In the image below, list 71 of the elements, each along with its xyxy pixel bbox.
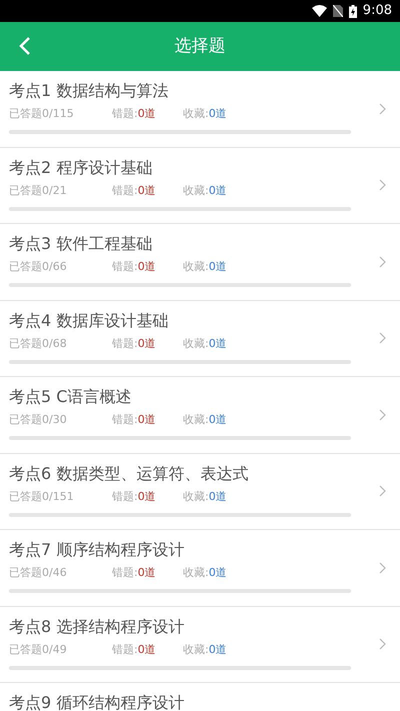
topic-title: 考点5 C语言概述 <box>9 386 132 408</box>
topic-title: 考点9 循环结构程序设计 <box>9 692 186 711</box>
topic-row[interactable]: 考点9 循环结构程序设计 <box>0 683 400 711</box>
chevron-right-icon <box>379 408 386 421</box>
favorite-label: 收藏: <box>183 413 209 427</box>
wrong-count: 0道 <box>138 566 156 580</box>
favorite-count: 0道 <box>208 413 227 427</box>
answered-count: 已答题0/46 <box>9 566 68 580</box>
chevron-right-icon <box>379 562 386 574</box>
wrong-label: 错题: <box>112 260 138 274</box>
chevron-right-icon <box>379 332 386 344</box>
status-time: 9:08 <box>362 2 392 20</box>
topic-title: 考点7 顺序结构程序设计 <box>9 539 186 561</box>
topic-row[interactable]: 考点2 程序设计基础 已答题0/21 错题:0道 收藏:0道 <box>0 148 400 224</box>
chevron-right-icon <box>379 179 386 192</box>
topic-title: 考点3 软件工程基础 <box>9 233 154 255</box>
topic-row[interactable]: 考点3 软件工程基础 已答题0/66 错题:0道 收藏:0道 <box>0 224 400 300</box>
topic-title: 考点1 数据结构与算法 <box>9 80 170 102</box>
favorite-label: 收藏: <box>183 184 209 198</box>
favorite-label: 收藏: <box>183 107 209 121</box>
topic-row[interactable]: 考点1 数据结构与算法 已答题0/115 错题:0道 收藏:0道 <box>0 71 400 148</box>
chevron-right-icon <box>379 256 386 268</box>
wrong-label: 错题: <box>112 642 138 656</box>
wrong-count: 0道 <box>138 107 156 121</box>
favorite-count: 0道 <box>208 184 227 198</box>
chevron-right-icon <box>379 485 386 498</box>
wrong-count: 0道 <box>138 490 156 504</box>
chevron-right-icon <box>379 638 386 650</box>
page-title: 选择题 <box>174 34 226 58</box>
wrong-label: 错题: <box>112 184 138 198</box>
answered-count: 已答题0/49 <box>9 642 68 656</box>
answered-count: 已答题0/21 <box>9 184 68 198</box>
no-sim-icon <box>332 5 343 17</box>
wrong-count: 0道 <box>138 336 156 350</box>
battery-charging-icon <box>348 4 357 18</box>
wifi-icon <box>312 5 327 17</box>
chevron-right-icon <box>379 102 386 115</box>
favorite-label: 收藏: <box>183 336 209 350</box>
favorite-count: 0道 <box>208 107 227 121</box>
topic-title: 考点4 数据库设计基础 <box>9 310 170 332</box>
answered-count: 已答题0/30 <box>9 413 68 427</box>
topic-title: 考点6 数据类型、运算符、表达式 <box>9 462 250 484</box>
wrong-label: 错题: <box>112 490 138 504</box>
topic-title: 考点8 选择结构程序设计 <box>9 616 186 638</box>
wrong-count: 0道 <box>138 260 156 274</box>
wrong-count: 0道 <box>138 413 156 427</box>
wrong-label: 错题: <box>112 336 138 350</box>
topic-row[interactable]: 考点6 数据类型、运算符、表达式 已答题0/151 错题:0道 收藏:0道 <box>0 454 400 530</box>
wrong-label: 错题: <box>112 413 138 427</box>
wrong-count: 0道 <box>138 184 156 198</box>
favorite-count: 0道 <box>208 260 227 274</box>
favorite-count: 0道 <box>208 490 227 504</box>
topic-title: 考点2 程序设计基础 <box>9 156 154 178</box>
wrong-label: 错题: <box>112 566 138 580</box>
favorite-label: 收藏: <box>183 642 209 656</box>
favorite-count: 0道 <box>208 336 227 350</box>
favorite-count: 0道 <box>208 566 227 580</box>
favorite-label: 收藏: <box>183 566 209 580</box>
wrong-count: 0道 <box>138 642 156 656</box>
topic-row[interactable]: 考点4 数据库设计基础 已答题0/68 错题:0道 收藏:0道 <box>0 300 400 377</box>
answered-count: 已答题0/68 <box>9 336 68 350</box>
topic-row[interactable]: 考点8 选择结构程序设计 已答题0/49 错题:0道 收藏:0道 <box>0 606 400 683</box>
topic-row[interactable]: 考点5 C语言概述 已答题0/30 错题:0道 收藏:0道 <box>0 377 400 454</box>
wrong-label: 错题: <box>112 107 138 121</box>
answered-count: 已答题0/66 <box>9 260 68 274</box>
favorite-label: 收藏: <box>183 490 209 504</box>
answered-count: 已答题0/151 <box>9 490 75 504</box>
topic-row[interactable]: 考点7 顺序结构程序设计 已答题0/46 错题:0道 收藏:0道 <box>0 530 400 606</box>
answered-count: 已答题0/115 <box>9 107 75 121</box>
favorite-count: 0道 <box>208 642 227 656</box>
favorite-label: 收藏: <box>183 260 209 274</box>
